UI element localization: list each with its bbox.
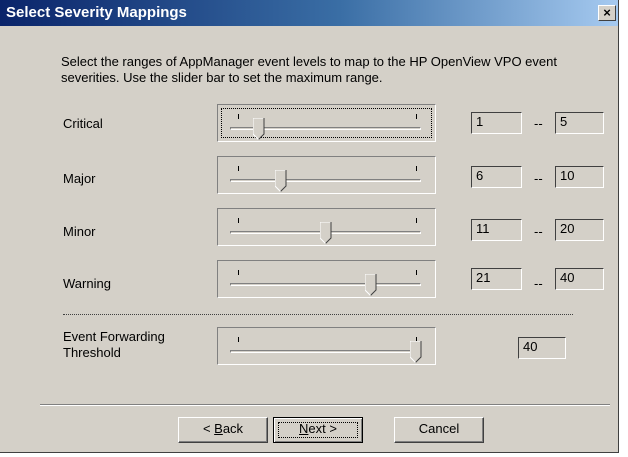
threshold-label-line1: Event Forwarding (63, 329, 165, 344)
minor-slider[interactable] (217, 208, 436, 246)
slider-tick-max (416, 166, 417, 171)
warning-min-field: 21 (471, 268, 522, 290)
critical-max-field: 5 (555, 112, 604, 134)
range-separator: -- (534, 276, 543, 291)
critical-min-field: 1 (471, 112, 522, 134)
slider-tick-max (416, 270, 417, 275)
back-rest: ack (222, 421, 244, 436)
minor-min-field: 11 (471, 219, 522, 241)
slider-tick-min (238, 270, 239, 275)
slider-tick-min (238, 337, 239, 342)
major-max-field: 10 (555, 166, 604, 188)
close-icon: × (603, 5, 611, 20)
window-title: Select Severity Mappings (6, 4, 187, 21)
range-separator: -- (534, 171, 543, 186)
slider-tick-min (238, 166, 239, 171)
slider-thumb[interactable] (275, 170, 287, 192)
slider-tick-min (238, 218, 239, 223)
slider-track (230, 179, 421, 182)
back-prefix: < (202, 421, 215, 436)
critical-label: Critical (63, 116, 103, 131)
dotted-divider (63, 314, 573, 315)
title-bar[interactable]: Select Severity Mappings × (0, 0, 618, 26)
back-mnemonic: B (214, 421, 223, 436)
next-rest: ext > (308, 421, 337, 436)
warning-label: Warning (63, 276, 111, 291)
threshold-slider[interactable] (217, 327, 436, 365)
dialog-window: Select Severity Mappings × Select the ra… (0, 0, 619, 453)
warning-slider[interactable] (217, 260, 436, 298)
slider-thumb[interactable] (253, 118, 265, 140)
slider-thumb[interactable] (365, 274, 377, 296)
major-min-field: 6 (471, 166, 522, 188)
minor-label: Minor (63, 224, 96, 239)
close-button[interactable]: × (598, 5, 616, 21)
range-separator: -- (534, 224, 543, 239)
slider-tick-max (416, 218, 417, 223)
slider-track (230, 350, 421, 353)
slider-tick-max (416, 114, 417, 119)
next-mnemonic: N (299, 421, 309, 436)
back-button[interactable]: < Back (178, 417, 268, 443)
warning-max-field: 40 (555, 268, 604, 290)
range-separator: -- (534, 116, 543, 131)
major-label: Major (63, 171, 96, 186)
threshold-label-line2: Threshold (63, 345, 121, 360)
minor-max-field: 20 (555, 219, 604, 241)
cancel-button[interactable]: Cancel (394, 417, 484, 443)
major-slider[interactable] (217, 156, 436, 194)
intro-text: Select the ranges of AppManager event le… (61, 54, 557, 85)
button-separator (40, 404, 610, 406)
threshold-value-field: 40 (518, 337, 566, 359)
slider-thumb[interactable] (320, 222, 332, 244)
slider-track (230, 283, 421, 286)
slider-thumb[interactable] (410, 341, 422, 363)
critical-slider[interactable] (217, 104, 436, 142)
next-button[interactable]: Next > (273, 417, 363, 443)
threshold-label: Event Forwarding Threshold (63, 329, 165, 361)
slider-tick-min (238, 114, 239, 119)
